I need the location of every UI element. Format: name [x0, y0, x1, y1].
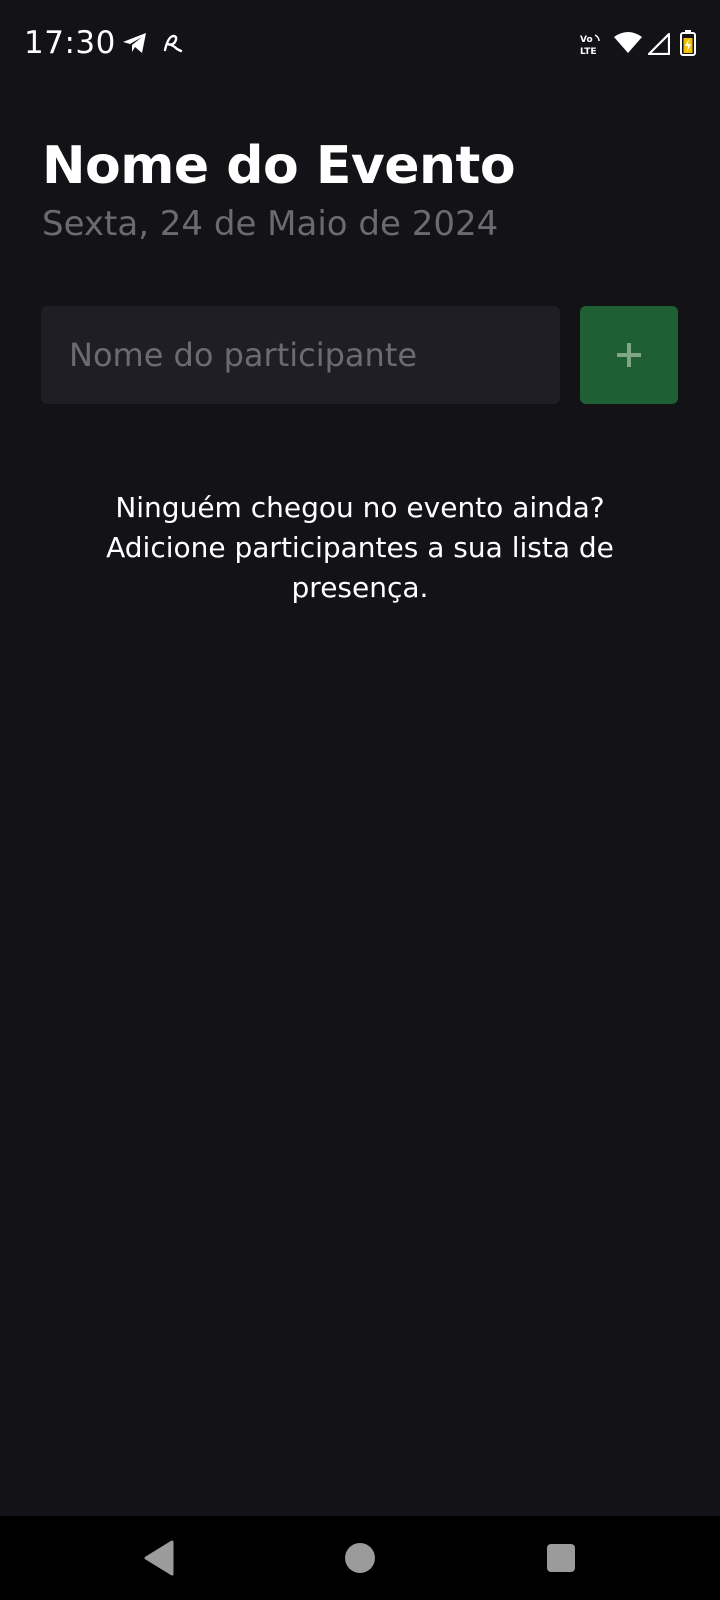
app-notification-icon — [163, 34, 183, 53]
home-icon[interactable] — [344, 1542, 376, 1574]
status-bar: 17:30 Vo LTE — [0, 0, 720, 90]
screen: 17:30 Vo LTE Nome do Evento Sexta, 24 de… — [0, 0, 720, 1600]
svg-text:LTE: LTE — [580, 47, 597, 56]
navigation-bar — [0, 1516, 720, 1600]
empty-state-message: Ninguém chegou no evento ainda? Adicione… — [106, 491, 614, 604]
volte-icon: Vo LTE — [580, 34, 600, 56]
svg-text:Vo: Vo — [580, 35, 593, 45]
recents-icon[interactable] — [546, 1543, 576, 1573]
telegram-icon — [123, 33, 146, 53]
plus-icon — [617, 343, 641, 367]
participant-name-input[interactable] — [41, 306, 560, 404]
battery-icon — [680, 30, 696, 56]
signal-icon — [648, 33, 670, 55]
back-icon[interactable] — [144, 1540, 176, 1576]
wifi-icon — [614, 32, 642, 53]
event-date: Sexta, 24 de Maio de 2024 — [42, 204, 499, 244]
status-time: 17:30 — [24, 25, 116, 61]
add-participant-button[interactable] — [580, 306, 678, 404]
event-title: Nome do Evento — [42, 136, 516, 196]
